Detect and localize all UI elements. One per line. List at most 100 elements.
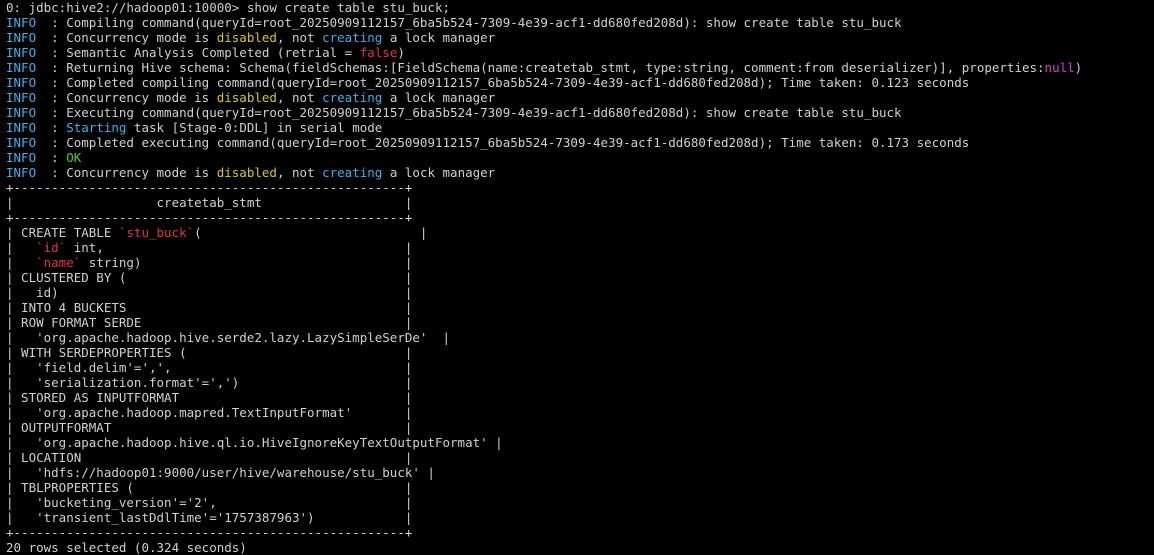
terminal-text-segment: | 'bucketing_version'='2', | — [6, 495, 413, 510]
terminal-text-segment: : Semantic Analysis Completed (retrial = — [36, 45, 360, 60]
terminal-line: | CREATE TABLE `stu_buck`( | — [6, 225, 1154, 240]
terminal-text-segment: : — [36, 120, 67, 135]
terminal-text-segment: disabled — [216, 165, 277, 180]
terminal-output[interactable]: 0: jdbc:hive2://hadoop01:10000> show cre… — [0, 0, 1154, 555]
terminal-line: INFO : Concurrency mode is disabled, not… — [6, 90, 1154, 105]
terminal-text-segment: | STORED AS INPUTFORMAT | — [6, 390, 413, 405]
terminal-text-segment: : Completed compiling command(queryId=ro… — [36, 75, 970, 90]
terminal-text-segment: INFO — [6, 75, 37, 90]
terminal-line: | ROW FORMAT SERDE | — [6, 315, 1154, 330]
terminal-line: | STORED AS INPUTFORMAT | — [6, 390, 1154, 405]
terminal-text-segment: : Compiling command(queryId=root_2025090… — [36, 15, 902, 30]
terminal-text-segment: creating — [322, 90, 383, 105]
terminal-text-segment: OK — [66, 150, 82, 165]
terminal-line: | `name` string) | — [6, 255, 1154, 270]
terminal-line: +---------------------------------------… — [6, 210, 1154, 225]
terminal-text-segment: string) | — [81, 255, 413, 270]
terminal-text-segment: null — [1044, 60, 1075, 75]
terminal-text-segment: | id) | — [6, 285, 413, 300]
terminal-text-segment: : Concurrency mode is — [36, 90, 217, 105]
terminal-line: | LOCATION | — [6, 450, 1154, 465]
terminal-text-segment: INFO — [6, 30, 37, 45]
terminal-text-segment: disabled — [216, 90, 277, 105]
terminal-line: | 'transient_lastDdlTime'='1757387963') … — [6, 510, 1154, 525]
terminal-text-segment: : Completed executing command(queryId=ro… — [36, 135, 970, 150]
terminal-text-segment: ) — [1074, 60, 1083, 75]
terminal-line: | 'org.apache.hadoop.hive.ql.io.HiveIgno… — [6, 435, 1154, 450]
terminal-line: | OUTPUTFORMAT | — [6, 420, 1154, 435]
terminal-text-segment: | INTO 4 BUCKETS | — [6, 300, 413, 315]
terminal-line: INFO : Returning Hive schema: Schema(fie… — [6, 60, 1154, 75]
terminal-text-segment: `stu_buck` — [118, 225, 195, 240]
terminal-line: | INTO 4 BUCKETS | — [6, 300, 1154, 315]
terminal-text-segment: | 'org.apache.hadoop.mapred.TextInputFor… — [6, 405, 413, 420]
terminal-text-segment: `name` — [36, 255, 82, 270]
terminal-text-segment: | 'transient_lastDdlTime'='1757387963') … — [6, 510, 413, 525]
terminal-line: | 'field.delim'=',', | — [6, 360, 1154, 375]
terminal-text-segment: 20 rows selected (0.324 seconds) — [6, 540, 247, 555]
terminal-text-segment: task [Stage-0:DDL] in serial mode — [126, 120, 383, 135]
terminal-text-segment: | TBLPROPERTIES ( | — [6, 480, 413, 495]
terminal-text-segment: +---------------------------------------… — [6, 180, 413, 195]
terminal-text-segment: INFO — [6, 45, 37, 60]
terminal-text-segment: , not — [276, 30, 323, 45]
terminal-text-segment: | WITH SERDEPROPERTIES ( | — [6, 345, 413, 360]
terminal-text-segment: `id` — [36, 240, 67, 255]
terminal-text-segment: false — [359, 45, 398, 60]
terminal-text-segment: : Concurrency mode is — [36, 165, 217, 180]
terminal-line: | WITH SERDEPROPERTIES ( | — [6, 345, 1154, 360]
terminal-text-segment: | createtab_stmt | — [6, 195, 413, 210]
terminal-line: | 'org.apache.hadoop.hive.serde2.lazy.La… — [6, 330, 1154, 345]
terminal-text-segment: creating — [322, 165, 383, 180]
terminal-line: | 'org.apache.hadoop.mapred.TextInputFor… — [6, 405, 1154, 420]
terminal-text-segment: INFO — [6, 120, 37, 135]
terminal-line: | 'hdfs://hadoop01:9000/user/hive/wareho… — [6, 465, 1154, 480]
terminal-text-segment: a lock manager — [382, 165, 496, 180]
terminal-line: INFO : Completed executing command(query… — [6, 135, 1154, 150]
terminal-text-segment: INFO — [6, 135, 37, 150]
terminal-text-segment: creating — [322, 30, 383, 45]
terminal-line: INFO : Executing command(queryId=root_20… — [6, 105, 1154, 120]
terminal-text-segment: INFO — [6, 60, 37, 75]
terminal-text-segment: a lock manager — [382, 90, 496, 105]
terminal-text-segment: | 'hdfs://hadoop01:9000/user/hive/wareho… — [6, 465, 435, 480]
terminal-text-segment: int, | — [66, 240, 413, 255]
terminal-text-segment: | CREATE TABLE — [6, 225, 119, 240]
terminal-text-segment: : — [36, 150, 67, 165]
terminal-text-segment: | 'serialization.format'=',') | — [6, 375, 413, 390]
terminal-text-segment: | 'org.apache.hadoop.hive.serde2.lazy.La… — [6, 330, 451, 345]
terminal-text-segment: | ROW FORMAT SERDE | — [6, 315, 413, 330]
terminal-text-segment: ( | — [194, 225, 428, 240]
terminal-text-segment: : Returning Hive schema: Schema(fieldSch… — [36, 60, 1045, 75]
terminal-line: | 'bucketing_version'='2', | — [6, 495, 1154, 510]
terminal-line: 0: jdbc:hive2://hadoop01:10000> show cre… — [6, 0, 1154, 15]
terminal-line: INFO : Concurrency mode is disabled, not… — [6, 165, 1154, 180]
terminal-text-segment: INFO — [6, 105, 37, 120]
terminal-text-segment: | 'field.delim'=',', | — [6, 360, 413, 375]
terminal-text-segment: Starting — [66, 120, 127, 135]
terminal-line: | 'serialization.format'=',') | — [6, 375, 1154, 390]
terminal-line: | CLUSTERED BY ( | — [6, 270, 1154, 285]
terminal-line: INFO : Compiling command(queryId=root_20… — [6, 15, 1154, 30]
terminal-line: INFO : Completed compiling command(query… — [6, 75, 1154, 90]
terminal-line: INFO : OK — [6, 150, 1154, 165]
terminal-text-segment: disabled — [216, 30, 277, 45]
terminal-text-segment: | 'org.apache.hadoop.hive.ql.io.HiveIgno… — [6, 435, 503, 450]
terminal-text-segment: | CLUSTERED BY ( | — [6, 270, 413, 285]
terminal-text-segment: : Concurrency mode is — [36, 30, 217, 45]
terminal-line: INFO : Concurrency mode is disabled, not… — [6, 30, 1154, 45]
terminal-line: | `id` int, | — [6, 240, 1154, 255]
terminal-text-segment: INFO — [6, 165, 37, 180]
terminal-line: | createtab_stmt | — [6, 195, 1154, 210]
terminal-text-segment: INFO — [6, 90, 37, 105]
terminal-text-segment: ) — [397, 45, 405, 60]
terminal-text-segment: +---------------------------------------… — [6, 525, 413, 540]
terminal-text-segment: +---------------------------------------… — [6, 210, 413, 225]
terminal-line: INFO : Semantic Analysis Completed (retr… — [6, 45, 1154, 60]
terminal-text-segment: : Executing command(queryId=root_2025090… — [36, 105, 902, 120]
terminal-line: +---------------------------------------… — [6, 180, 1154, 195]
terminal-line: +---------------------------------------… — [6, 525, 1154, 540]
terminal-text-segment: , not — [276, 90, 323, 105]
terminal-text-segment: INFO — [6, 150, 37, 165]
terminal-text-segment: INFO — [6, 15, 37, 30]
